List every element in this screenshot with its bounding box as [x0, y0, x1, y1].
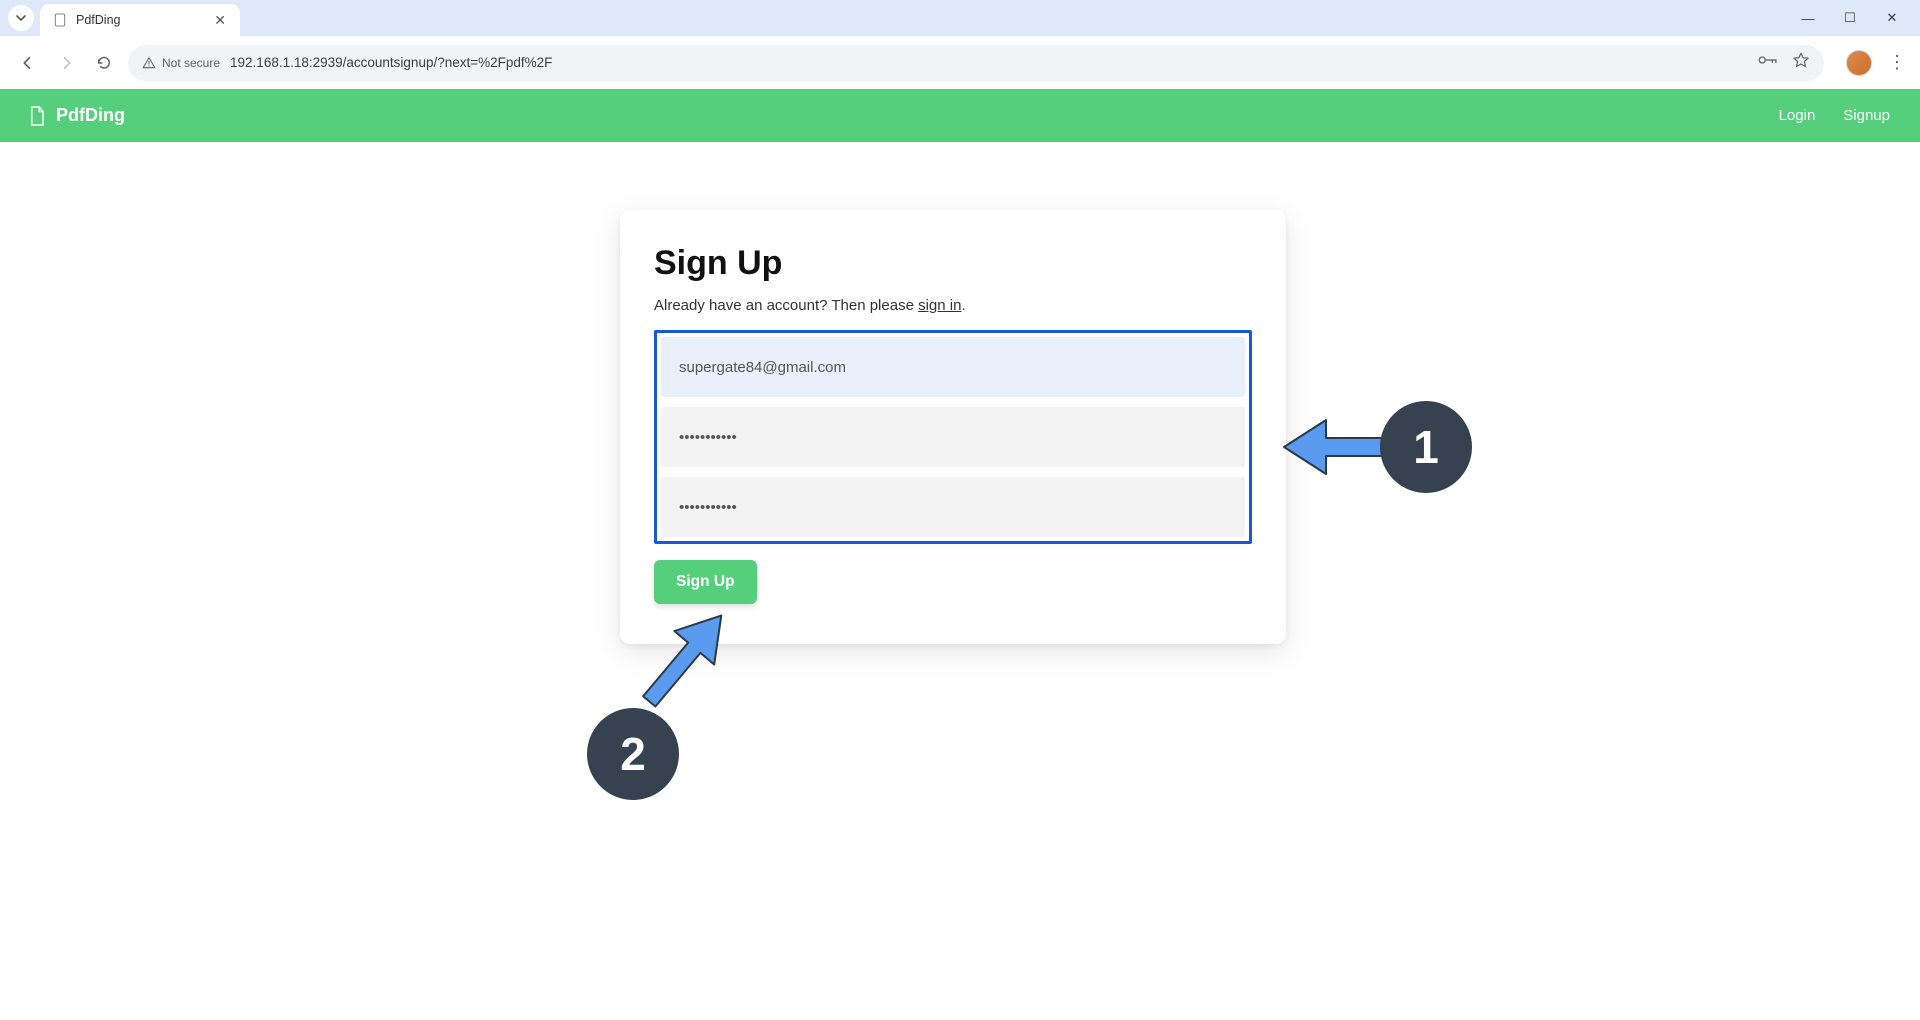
window-controls: — ☐ ✕ [1796, 0, 1914, 36]
annotation-badge-1: 1 [1380, 401, 1472, 493]
arrow-right-icon [57, 54, 75, 72]
chrome-right-controls: ⋮ [1846, 50, 1906, 76]
document-icon [28, 105, 46, 127]
warning-triangle-icon [142, 56, 156, 70]
password-field[interactable] [661, 407, 1245, 467]
email-field[interactable] [661, 337, 1245, 397]
nav-reload-button[interactable] [90, 49, 118, 77]
brand[interactable]: PdfDing [28, 105, 125, 127]
annotation-arrow-2 [624, 600, 744, 720]
annotation-arrow-1 [1282, 412, 1396, 482]
signup-submit-button[interactable]: Sign Up [654, 560, 757, 604]
tab-close-button[interactable]: ✕ [210, 12, 230, 29]
nav-back-button[interactable] [14, 49, 42, 77]
address-bar-row: Not secure 192.168.1.18:2939/accountsign… [0, 36, 1920, 89]
chrome-menu-button[interactable]: ⋮ [1888, 52, 1906, 73]
header-links: Login Signup [1779, 107, 1890, 124]
arrow-left-icon [19, 54, 37, 72]
password-key-icon[interactable] [1758, 53, 1778, 72]
login-link[interactable]: Login [1779, 107, 1816, 124]
signin-prompt-suffix: . [961, 297, 965, 314]
annotation-badge-2: 2 [587, 708, 679, 800]
nav-forward-button[interactable] [52, 49, 80, 77]
signin-prompt: Already have an account? Then please sig… [654, 297, 1252, 314]
profile-avatar[interactable] [1846, 50, 1872, 76]
bookmark-star-icon[interactable] [1792, 51, 1810, 74]
page-title: Sign Up [654, 244, 1252, 283]
reload-icon [95, 54, 113, 72]
browser-tab[interactable]: PdfDing ✕ [40, 4, 240, 36]
password-confirm-field[interactable] [661, 477, 1245, 537]
tab-title: PdfDing [76, 13, 210, 27]
url-text: 192.168.1.18:2939/accountsignup/?next=%2… [230, 55, 1748, 70]
window-maximize-button[interactable]: ☐ [1838, 10, 1862, 26]
omnibox-actions [1758, 51, 1810, 74]
annotation-badge-2-text: 2 [620, 727, 646, 781]
signin-prompt-prefix: Already have an account? Then please [654, 297, 918, 314]
brand-text: PdfDing [56, 105, 125, 126]
omnibox[interactable]: Not secure 192.168.1.18:2939/accountsign… [128, 45, 1824, 81]
tab-favicon-icon [52, 12, 68, 28]
tab-strip: PdfDing ✕ — ☐ ✕ [0, 0, 1920, 36]
annotation-badge-1-text: 1 [1413, 420, 1439, 474]
signin-link[interactable]: sign in [918, 297, 961, 314]
not-secure-label: Not secure [162, 56, 220, 70]
browser-chrome: PdfDing ✕ — ☐ ✕ Not secure 192.168.1.18:… [0, 0, 1920, 89]
tabs-dropdown-button[interactable] [8, 5, 34, 31]
security-chip[interactable]: Not secure [142, 56, 220, 70]
signup-link[interactable]: Signup [1843, 107, 1890, 124]
fields-highlight-box [654, 330, 1252, 544]
window-close-button[interactable]: ✕ [1880, 10, 1904, 26]
app-header: PdfDing Login Signup [0, 89, 1920, 142]
chevron-down-icon [15, 12, 27, 24]
signup-card: Sign Up Already have an account? Then pl… [620, 210, 1286, 644]
window-minimize-button[interactable]: — [1796, 11, 1820, 26]
